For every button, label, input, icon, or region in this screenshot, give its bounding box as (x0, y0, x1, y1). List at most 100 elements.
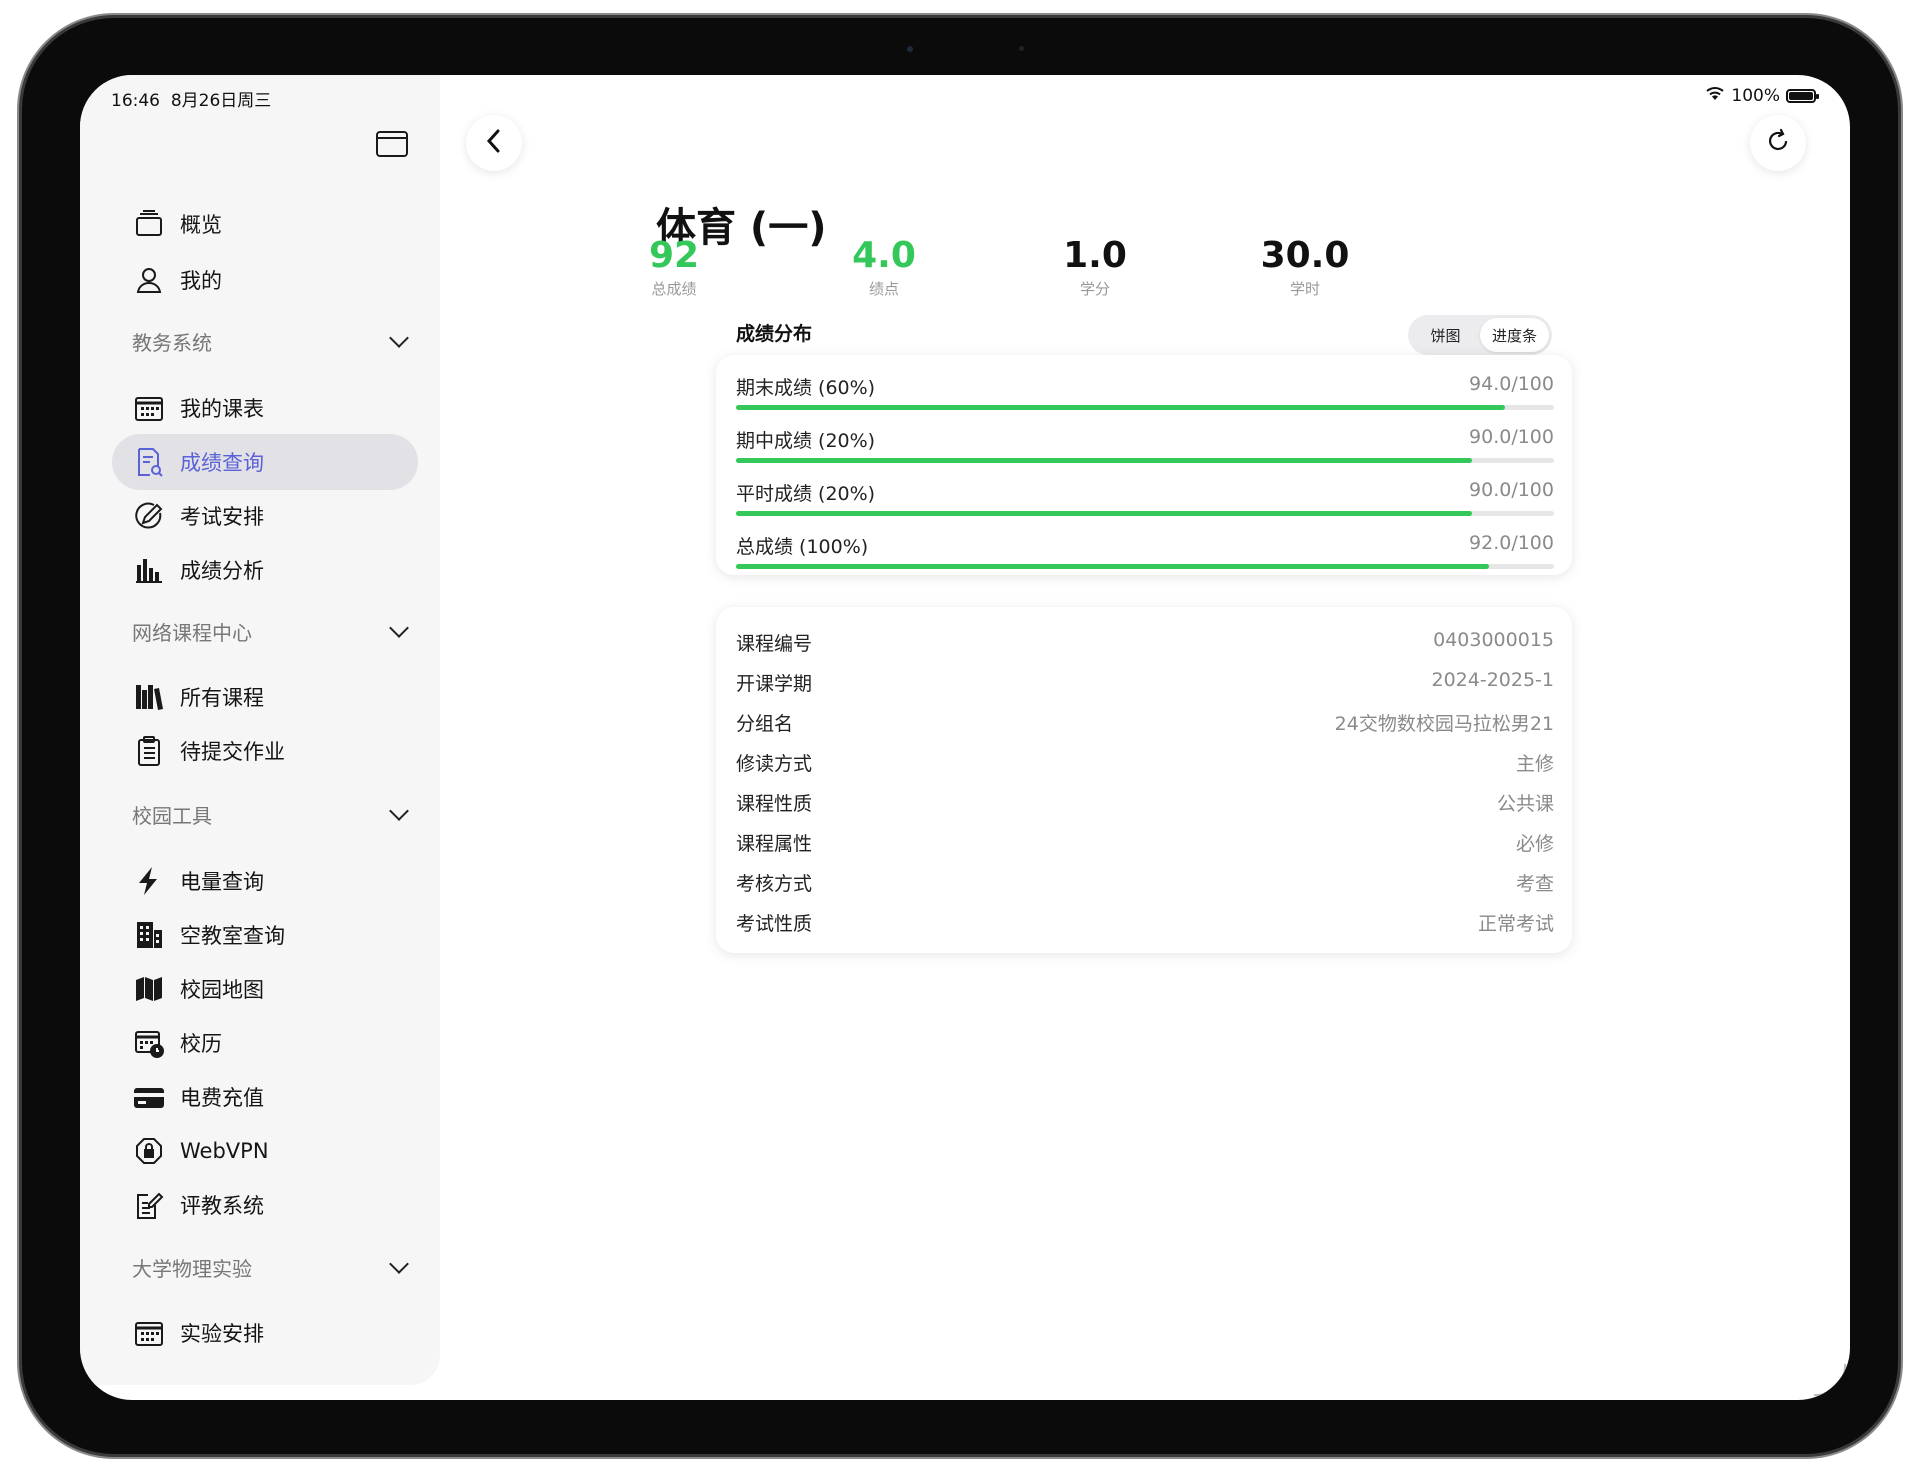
sidebar-item-mine[interactable]: 我的 (112, 252, 418, 308)
status-indicators: 100% (1705, 85, 1819, 106)
sidebar-item-school-calendar[interactable]: 校历 (112, 1015, 418, 1071)
sidebar-item-label: 概览 (180, 213, 222, 237)
stat-label: 绩点 (868, 280, 899, 298)
sidebar-item-electricity[interactable]: 电量查询 (112, 853, 418, 909)
calendar-grid-icon (132, 391, 166, 425)
sidebar-item-label: 电量查询 (180, 870, 264, 894)
stat-label: 学分 (1079, 280, 1110, 298)
section-header-physics-lab[interactable]: 大学物理实验 (132, 1247, 412, 1287)
info-value: 2024-2025-1 (1431, 669, 1554, 691)
sidebar-item-exams[interactable]: 考试安排 (112, 488, 418, 544)
stat-value: 1.0 (1063, 235, 1127, 276)
section-label: 教务系统 (132, 330, 212, 355)
info-row-assessment: 考核方式 考查 (736, 863, 1554, 897)
chevron-down-icon (389, 328, 409, 348)
stat-label: 学时 (1289, 280, 1320, 298)
info-label: 课程性质 (736, 793, 813, 815)
info-label: 课程编号 (736, 633, 813, 655)
battery-fill (1789, 91, 1813, 100)
sidebar-item-grades[interactable]: 成绩查询 (112, 434, 418, 490)
sidebar-item-label: 所有课程 (180, 686, 264, 710)
sidebar-item-webvpn[interactable]: WebVPN (112, 1123, 418, 1179)
progress-track (736, 405, 1554, 410)
document-search-icon (132, 445, 166, 479)
info-row-course-attribute: 课程属性 必修 (736, 823, 1554, 857)
progress-track (736, 564, 1554, 569)
sidebar-item-analysis[interactable]: 成绩分析 (112, 542, 418, 598)
sidebar-item-homework[interactable]: 待提交作业 (112, 723, 418, 779)
sidebar-item-lab-schedule[interactable]: 实验安排 (112, 1305, 418, 1361)
section-header-campus-tools[interactable]: 校园工具 (132, 794, 412, 834)
chevron-left-icon (484, 128, 504, 158)
shield-lock-icon (132, 1134, 166, 1168)
sidebar-item-campus-map[interactable]: 校园地图 (112, 961, 418, 1017)
battery-percent: 100% (1731, 85, 1780, 106)
view-option-pie[interactable]: 饼图 (1411, 318, 1480, 352)
section-header-academic[interactable]: 教务系统 (132, 321, 412, 361)
progress-track (736, 511, 1554, 516)
map-icon (132, 972, 166, 1006)
back-button[interactable] (466, 115, 522, 171)
bar-chart-icon (132, 553, 166, 587)
status-bar: 16:46 8月26日周三 100% (80, 75, 1850, 115)
sidebar-item-label: 校历 (180, 1032, 222, 1056)
info-value: 24交物数校园马拉松男21 (1334, 713, 1554, 735)
sidebar-item-label: 我的课表 (180, 397, 264, 421)
section-header-online-courses[interactable]: 网络课程中心 (132, 611, 412, 651)
grade-value: 90.0/100 (1469, 426, 1554, 448)
sidebar-item-overview[interactable]: 概览 (112, 196, 418, 252)
grade-label: 平时成绩 (20%) (736, 483, 876, 505)
battery-icon (1786, 88, 1819, 103)
stat-hours: 30.0 学时 (1225, 235, 1385, 299)
sidebar: 概览 我的 教务系统 我的课表 成绩查询 考试安排 成绩分析 网络课程中心 所有… (80, 75, 440, 1385)
refresh-button[interactable] (1750, 115, 1806, 171)
grade-label: 期末成绩 (60%) (736, 377, 876, 399)
sidebar-item-teaching-evaluation[interactable]: 评教系统 (112, 1177, 418, 1233)
sidebar-toggle-icon[interactable] (376, 131, 408, 157)
info-value: 0403000015 (1433, 629, 1554, 651)
sidebar-item-timetable[interactable]: 我的课表 (112, 380, 418, 436)
status-clock: 16:46 (111, 91, 160, 111)
status-date: 8月26日周三 (170, 91, 272, 111)
grade-row: 期末成绩 (60%) 94.0/100 (736, 367, 1554, 421)
section-label: 网络课程中心 (132, 620, 252, 645)
info-row-group: 分组名 24交物数校园马拉松男21 (736, 703, 1554, 737)
course-info-card: 课程编号 0403000015 开课学期 2024-2025-1 分组名 24交… (716, 607, 1572, 953)
info-value: 考查 (1515, 873, 1554, 895)
grade-value: 92.0/100 (1469, 532, 1554, 554)
sidebar-item-all-courses[interactable]: 所有课程 (112, 669, 418, 725)
clipboard-icon (132, 734, 166, 768)
progress-fill (736, 405, 1505, 410)
chevron-down-icon (389, 801, 409, 821)
grade-value: 94.0/100 (1469, 373, 1554, 395)
info-row-exam-type: 考试性质 正常考试 (736, 903, 1554, 937)
grade-row: 期中成绩 (20%) 90.0/100 (736, 420, 1554, 474)
sidebar-item-label: WebVPN (180, 1139, 269, 1163)
pen-circle-icon (132, 499, 166, 533)
grade-value: 90.0/100 (1469, 479, 1554, 501)
info-label: 开课学期 (736, 673, 813, 695)
stat-credits: 1.0 学分 (1015, 235, 1175, 299)
bolt-icon (132, 864, 166, 898)
section-label: 大学物理实验 (132, 1256, 252, 1281)
sidebar-item-label: 空教室查询 (180, 924, 285, 948)
info-value: 公共课 (1496, 793, 1554, 815)
sidebar-item-label: 评教系统 (180, 1194, 264, 1218)
info-value: 正常考试 (1477, 913, 1554, 935)
overview-icon (132, 207, 166, 241)
sidebar-item-empty-rooms[interactable]: 空教室查询 (112, 907, 418, 963)
stat-total-score: 92 总成绩 (594, 235, 754, 299)
sidebar-item-electricity-recharge[interactable]: 电费充值 (112, 1069, 418, 1125)
info-label: 考试性质 (736, 913, 813, 935)
info-label: 修读方式 (736, 753, 813, 775)
refresh-icon (1764, 127, 1792, 159)
edit-note-icon (132, 1188, 166, 1222)
progress-fill (736, 458, 1473, 463)
view-option-progress[interactable]: 进度条 (1480, 318, 1549, 352)
info-label: 分组名 (736, 713, 794, 735)
credit-card-icon (132, 1080, 166, 1114)
grade-row: 总成绩 (100%) 92.0/100 (736, 526, 1554, 580)
chevron-down-icon (389, 618, 409, 638)
progress-track (736, 458, 1554, 463)
camera-sensor (1019, 46, 1024, 51)
